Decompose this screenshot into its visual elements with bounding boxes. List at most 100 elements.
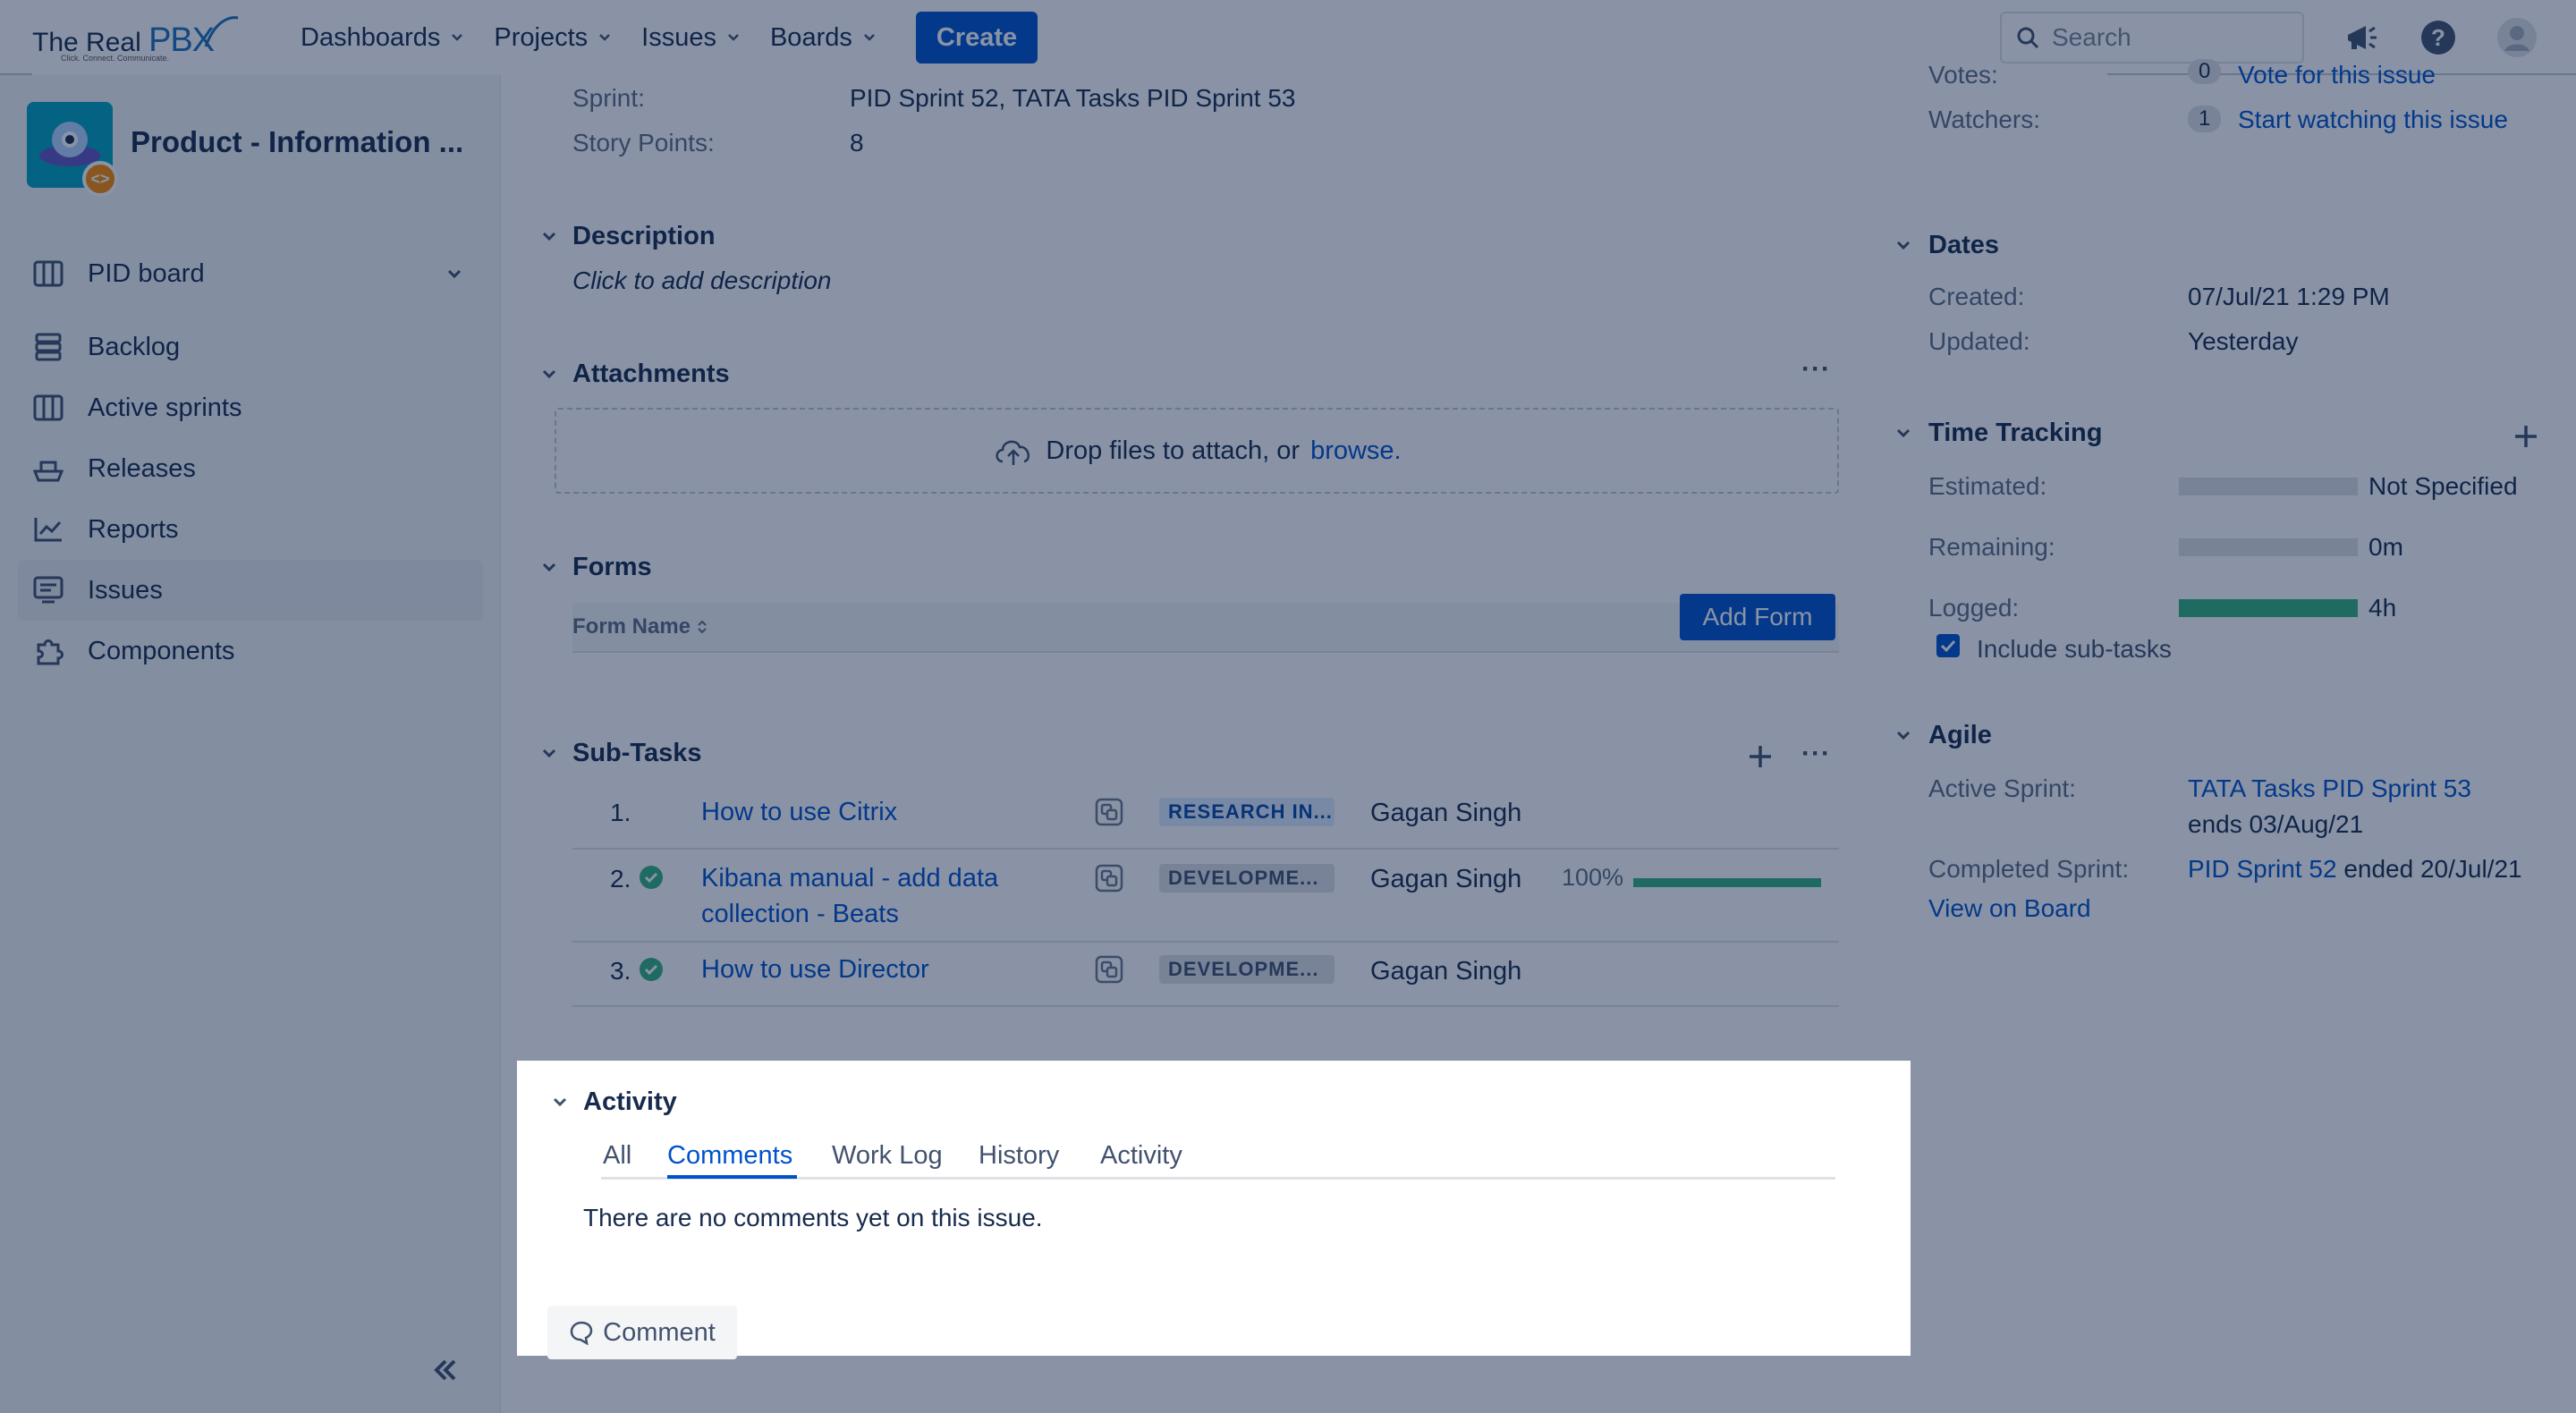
search-input[interactable]: [2052, 23, 2284, 52]
sprint-label: Sprint:: [572, 84, 645, 112]
chevron-down-icon[interactable]: [538, 225, 560, 247]
updated-label: Updated:: [1928, 327, 2030, 355]
svg-text:?: ?: [2431, 24, 2445, 51]
tab-activity[interactable]: Activity: [1100, 1141, 1182, 1171]
create-button[interactable]: Create: [916, 12, 1038, 63]
completed-sprint-label: Completed Sprint:: [1928, 855, 2130, 883]
include-subtasks-label[interactable]: Include sub-tasks: [1977, 635, 2172, 664]
logged-value: 4h: [2368, 594, 2397, 622]
subtask-summary[interactable]: How to use Citrix: [701, 794, 897, 830]
chevron-down-icon: [863, 34, 875, 41]
user-avatar[interactable]: [2496, 16, 2538, 59]
subtask-type-icon: [1095, 864, 1123, 893]
chart-icon: [30, 512, 66, 547]
votes-label: Votes:: [1928, 61, 1998, 89]
form-name-column[interactable]: Form Name: [572, 614, 691, 639]
status-badge[interactable]: DEVELOPME...: [1159, 864, 1335, 893]
nav-issues[interactable]: Issues: [627, 11, 756, 64]
completed-sprint-ended: ended 20/Jul/21: [2343, 855, 2522, 883]
sprint-icon: [30, 390, 66, 426]
active-sprint-ends: ends 03/Aug/21: [2188, 810, 2364, 838]
dim-overlay-bottom: [517, 1356, 1911, 1413]
logo[interactable]: The Real PBX Click. Connect. Communicate…: [32, 13, 2107, 1359]
chevron-down-icon: [447, 269, 462, 279]
add-time-icon[interactable]: [2512, 422, 2540, 451]
nav-boards[interactable]: Boards: [756, 11, 892, 64]
watchers-count: 1: [2188, 106, 2222, 132]
puzzle-icon: [30, 633, 66, 669]
search-box[interactable]: [2000, 12, 2304, 63]
comment-button[interactable]: Comment: [547, 1306, 737, 1359]
chevron-down-icon: [728, 34, 739, 41]
announcement-icon[interactable]: [2340, 16, 2383, 59]
chevron-down-icon[interactable]: [1893, 422, 1914, 444]
updated-value: Yesterday: [2188, 327, 2299, 355]
add-form-button[interactable]: Add Form: [1680, 594, 1835, 640]
story-points-value[interactable]: 8: [850, 129, 864, 157]
sidebar: <> Product - Information ... PID board B…: [0, 75, 501, 1413]
status-badge[interactable]: RESEARCH IN...: [1159, 798, 1335, 826]
story-points-label: Story Points:: [572, 129, 715, 157]
tab-comments[interactable]: Comments: [667, 1141, 792, 1171]
add-subtask-icon[interactable]: [1746, 742, 1775, 771]
sidebar-item-reports[interactable]: Reports: [18, 499, 483, 560]
collapse-sidebar-icon[interactable]: [428, 1352, 463, 1388]
active-sprint-label: Active Sprint:: [1928, 774, 2076, 802]
sprint-value[interactable]: PID Sprint 52, TATA Tasks PID Sprint 53: [850, 84, 1296, 113]
dates-title: Dates: [1928, 231, 1999, 259]
subtask-summary[interactable]: How to use Director: [701, 952, 929, 987]
project-name[interactable]: Product - Information ...: [131, 125, 463, 159]
chevron-down-icon[interactable]: [1893, 234, 1914, 256]
chevron-down-icon[interactable]: [549, 1091, 571, 1113]
time-tracking-title: Time Tracking: [1928, 419, 2103, 447]
sidebar-item-active-sprints[interactable]: Active sprints: [18, 377, 483, 438]
chevron-down-icon[interactable]: [538, 363, 560, 385]
estimated-value: Not Specified: [2368, 472, 2518, 500]
subtask-assignee[interactable]: Gagan Singh: [1370, 799, 1521, 828]
nav-projects[interactable]: Projects: [479, 11, 627, 64]
active-tab-indicator: [667, 1175, 797, 1179]
subtask-summary[interactable]: Kibana manual - add data collection - Bea…: [701, 860, 998, 932]
vote-link[interactable]: Vote for this issue: [2238, 61, 2436, 89]
more-options-icon[interactable]: ···: [1801, 354, 1831, 385]
drop-files-text: Drop files to attach, or: [1046, 436, 1301, 465]
nav-dashboards[interactable]: Dashboards: [286, 11, 479, 64]
more-options-icon[interactable]: ···: [1801, 739, 1831, 769]
watchers-label: Watchers:: [1928, 106, 2040, 133]
attachment-dropzone[interactable]: Drop files to attach, or browse.: [555, 408, 1839, 494]
chevron-down-icon[interactable]: [538, 556, 560, 578]
help-icon[interactable]: ?: [2417, 16, 2460, 59]
sidebar-item-releases[interactable]: Releases: [18, 438, 483, 499]
subtask-assignee[interactable]: Gagan Singh: [1370, 957, 1521, 986]
active-sprint-link[interactable]: TATA Tasks PID Sprint 53: [2188, 774, 2471, 803]
completed-sprint-link[interactable]: PID Sprint 52: [2188, 855, 2337, 883]
sidebar-item-components[interactable]: Components: [18, 621, 483, 681]
sidebar-item-pid-board[interactable]: PID board: [18, 243, 483, 304]
description-placeholder[interactable]: Click to add description: [572, 267, 831, 295]
watch-link[interactable]: Start watching this issue: [2238, 106, 2508, 134]
chevron-down-icon[interactable]: [538, 742, 560, 764]
search-icon: [2017, 27, 2039, 49]
chevron-down-icon[interactable]: [1893, 724, 1914, 746]
tab-work-log[interactable]: Work Log: [832, 1141, 943, 1171]
subtask-assignee[interactable]: Gagan Singh: [1370, 865, 1521, 894]
estimated-bar: [2179, 478, 2358, 495]
main-nav: Dashboards Projects Issues Boards: [286, 0, 892, 75]
view-on-board-link[interactable]: View on Board: [1928, 894, 2091, 923]
logo-swoosh-icon: [204, 16, 239, 47]
subtask-progress-fill: [1633, 878, 1821, 887]
sort-icon[interactable]: [696, 619, 708, 635]
tab-history[interactable]: History: [979, 1141, 1059, 1171]
browse-link[interactable]: browse.: [1310, 436, 1402, 466]
subtask-progress-track: [1633, 878, 1821, 887]
include-subtasks-checkbox[interactable]: [1936, 633, 1961, 658]
status-badge[interactable]: DEVELOPME...: [1159, 955, 1335, 984]
tab-all[interactable]: All: [603, 1141, 631, 1171]
sidebar-item-issues[interactable]: Issues: [18, 560, 483, 621]
chevron-down-icon: [452, 34, 463, 41]
subtasks-title: Sub-Tasks: [572, 739, 702, 767]
sidebar-item-backlog[interactable]: Backlog: [18, 317, 483, 377]
cloud-upload-icon: [996, 440, 1030, 465]
attachments-title: Attachments: [572, 360, 730, 388]
subtask-number: 3.: [610, 957, 631, 985]
